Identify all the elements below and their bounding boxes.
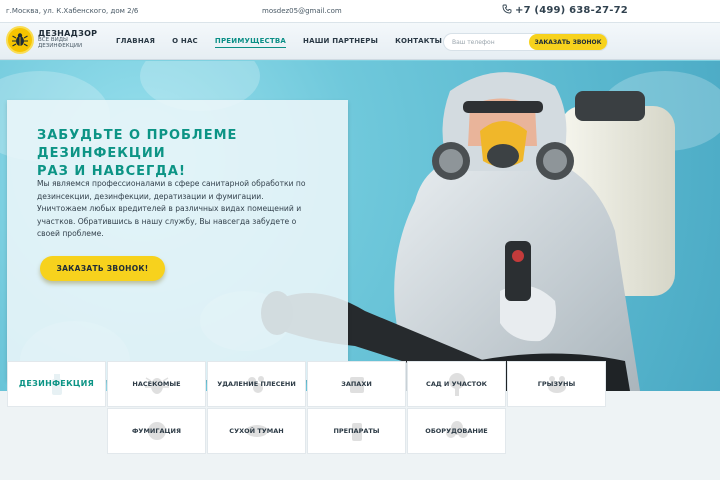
main-nav: ГЛАВНАЯ О НАС ПРЕИМУЩЕСТВА НАШИ ПАРТНЕРЫ…	[116, 37, 459, 48]
category-equipment[interactable]: ОБОРУДОВАНИЕ	[407, 408, 506, 454]
hero-title-line-2: РАЗ И НАВСЕГДА!	[37, 164, 186, 179]
category-fumigation[interactable]: ФУМИГАЦИЯ	[107, 408, 206, 454]
phone-icon	[502, 4, 512, 14]
category-mold-removal[interactable]: УДАЛЕНИЕ ПЛЕСЕНИ	[207, 361, 306, 407]
phone-input[interactable]	[448, 36, 528, 48]
category-insects[interactable]: НАСЕКОМЫЕ	[107, 361, 206, 407]
nav-item-about[interactable]: О НАС	[172, 37, 198, 48]
nav-item-contacts[interactable]: КОНТАКТЫ	[395, 37, 442, 48]
site-header: ДЕЗНАДЗОР ВСЕ ВИДЫ ДЕЗИНФЕКЦИИ ГЛАВНАЯ О…	[0, 22, 720, 60]
category-label: СУХОЙ ТУМАН	[229, 427, 284, 435]
category-odors[interactable]: ЗАПАХИ	[307, 361, 406, 407]
nav-item-advantages[interactable]: ПРЕИМУЩЕСТВА	[214, 37, 287, 48]
category-label: ОБОРУДОВАНИЕ	[425, 427, 488, 435]
category-label: ФУМИГАЦИЯ	[131, 427, 181, 435]
hero-banner: ЗАБУДЬТЕ О ПРОБЛЕМЕ ДЕЗИНФЕКЦИИ РАЗ И НА…	[0, 61, 720, 391]
category-label: САД И УЧАСТОК	[426, 380, 487, 388]
nav-item-partners[interactable]: НАШИ ПАРТНЕРЫ	[303, 37, 378, 48]
address-text: г.Москва, ул. К.Хабенского, дом 2/6	[6, 7, 139, 15]
hero-description: Мы являемся профессионалами в сфере сани…	[37, 179, 306, 238]
phone-link[interactable]: +7 (499) 638-27-72	[502, 4, 628, 16]
category-label: НАСЕКОМЫЕ	[132, 380, 181, 388]
category-disinfection[interactable]: ДЕЗИНФЕКЦИЯ	[7, 361, 106, 407]
category-label: ГРЫЗУНЫ	[537, 380, 576, 388]
logo-tagline-2: ДЕЗИНФЕКЦИИ	[38, 43, 83, 50]
category-garden[interactable]: САД И УЧАСТОК	[407, 361, 506, 407]
bug-logo-icon	[6, 26, 34, 54]
category-label: УДАЛЕНИЕ ПЛЕСЕНИ	[217, 380, 296, 388]
order-call-button[interactable]: ЗАКАЗАТЬ ЗВОНОК!	[40, 256, 165, 281]
phone-number: +7 (499) 638-27-72	[515, 5, 628, 16]
hero-title: ЗАБУДЬТЕ О ПРОБЛЕМЕ ДЕЗИНФЕКЦИИ РАЗ И НА…	[37, 127, 347, 181]
category-chemicals[interactable]: ПРЕПАРАТЫ	[307, 408, 406, 454]
hero-text-panel: ЗАБУДЬТЕ О ПРОБЛЕМЕ ДЕЗИНФЕКЦИИ РАЗ И НА…	[7, 100, 348, 380]
nav-item-home[interactable]: ГЛАВНАЯ	[116, 37, 155, 48]
email-link[interactable]: mosdez05@gmail.com	[262, 7, 342, 15]
top-info-bar: г.Москва, ул. К.Хабенского, дом 2/6 mosd…	[0, 0, 720, 22]
request-call-button[interactable]: ЗАКАЗАТЬ ЗВОНОК	[529, 34, 607, 50]
category-dry-fog[interactable]: СУХОЙ ТУМАН	[207, 408, 306, 454]
category-label: ДЕЗИНФЕКЦИЯ	[18, 379, 95, 388]
category-rodents[interactable]: ГРЫЗУНЫ	[507, 361, 606, 407]
hero-title-line-1: ЗАБУДЬТЕ О ПРОБЛЕМЕ ДЕЗИНФЕКЦИИ	[37, 128, 238, 161]
category-label: ПРЕПАРАТЫ	[333, 427, 380, 435]
logo[interactable]: ДЕЗНАДЗОР ВСЕ ВИДЫ ДЕЗИНФЕКЦИИ	[6, 26, 97, 54]
category-label: ЗАПАХИ	[341, 380, 372, 388]
callback-form: ЗАКАЗАТЬ ЗВОНОК	[444, 34, 607, 50]
